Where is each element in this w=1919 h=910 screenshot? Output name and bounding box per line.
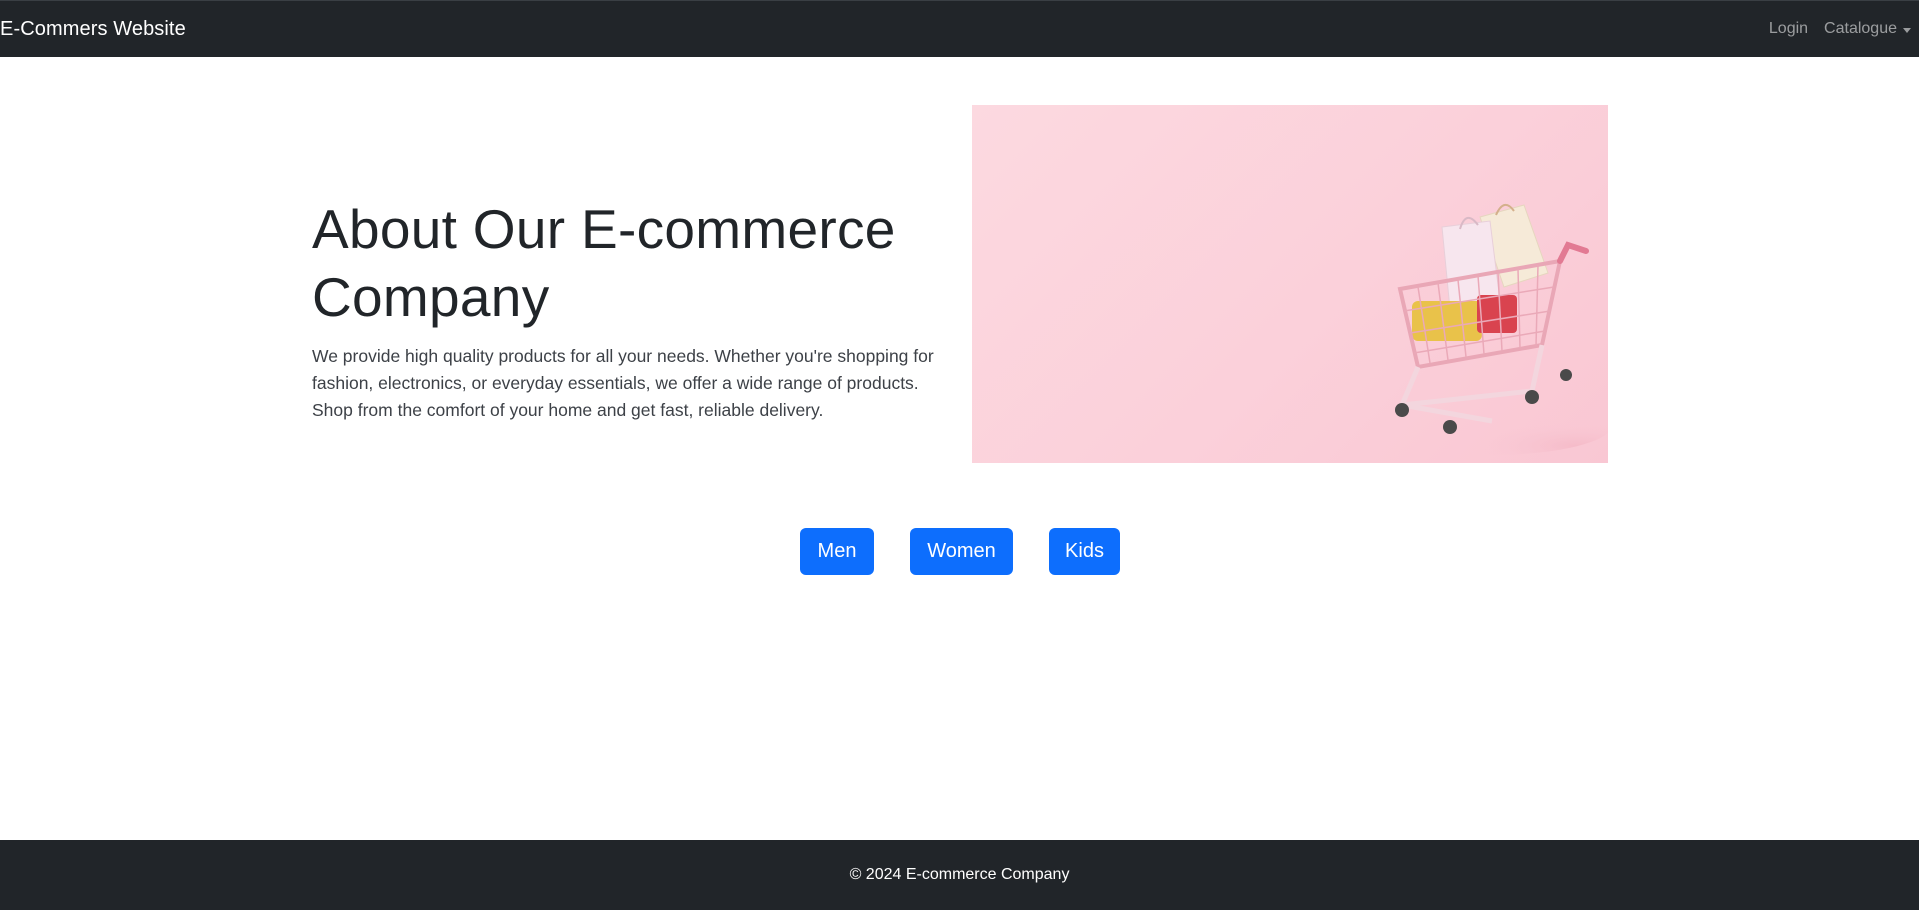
navbar: E-Commers Website Login Catalogue	[0, 0, 1919, 57]
shopping-cart-image	[972, 105, 1608, 463]
men-button[interactable]: Men	[800, 528, 874, 575]
footer: © 2024 E-commerce Company	[0, 840, 1919, 910]
about-description: We provide high quality products for all…	[312, 346, 934, 420]
login-link[interactable]: Login	[1761, 20, 1816, 38]
nav-links: Login Catalogue	[1761, 1, 1919, 57]
catalogue-label: Catalogue	[1824, 20, 1897, 37]
brand-link[interactable]: E-Commers Website	[0, 18, 186, 41]
category-buttons: Men Women Kids	[800, 528, 1120, 575]
about-section: About Our E-commerce Company We provide …	[312, 195, 952, 424]
page-title: About Our E-commerce Company	[312, 198, 896, 328]
copyright-text: © 2024 E-commerce Company	[849, 866, 1070, 883]
women-button[interactable]: Women	[910, 528, 1013, 575]
kids-button[interactable]: Kids	[1049, 528, 1120, 575]
chevron-down-icon	[1903, 27, 1911, 33]
shopping-cart-icon	[1372, 204, 1608, 455]
catalogue-dropdown[interactable]: Catalogue	[1816, 20, 1919, 38]
